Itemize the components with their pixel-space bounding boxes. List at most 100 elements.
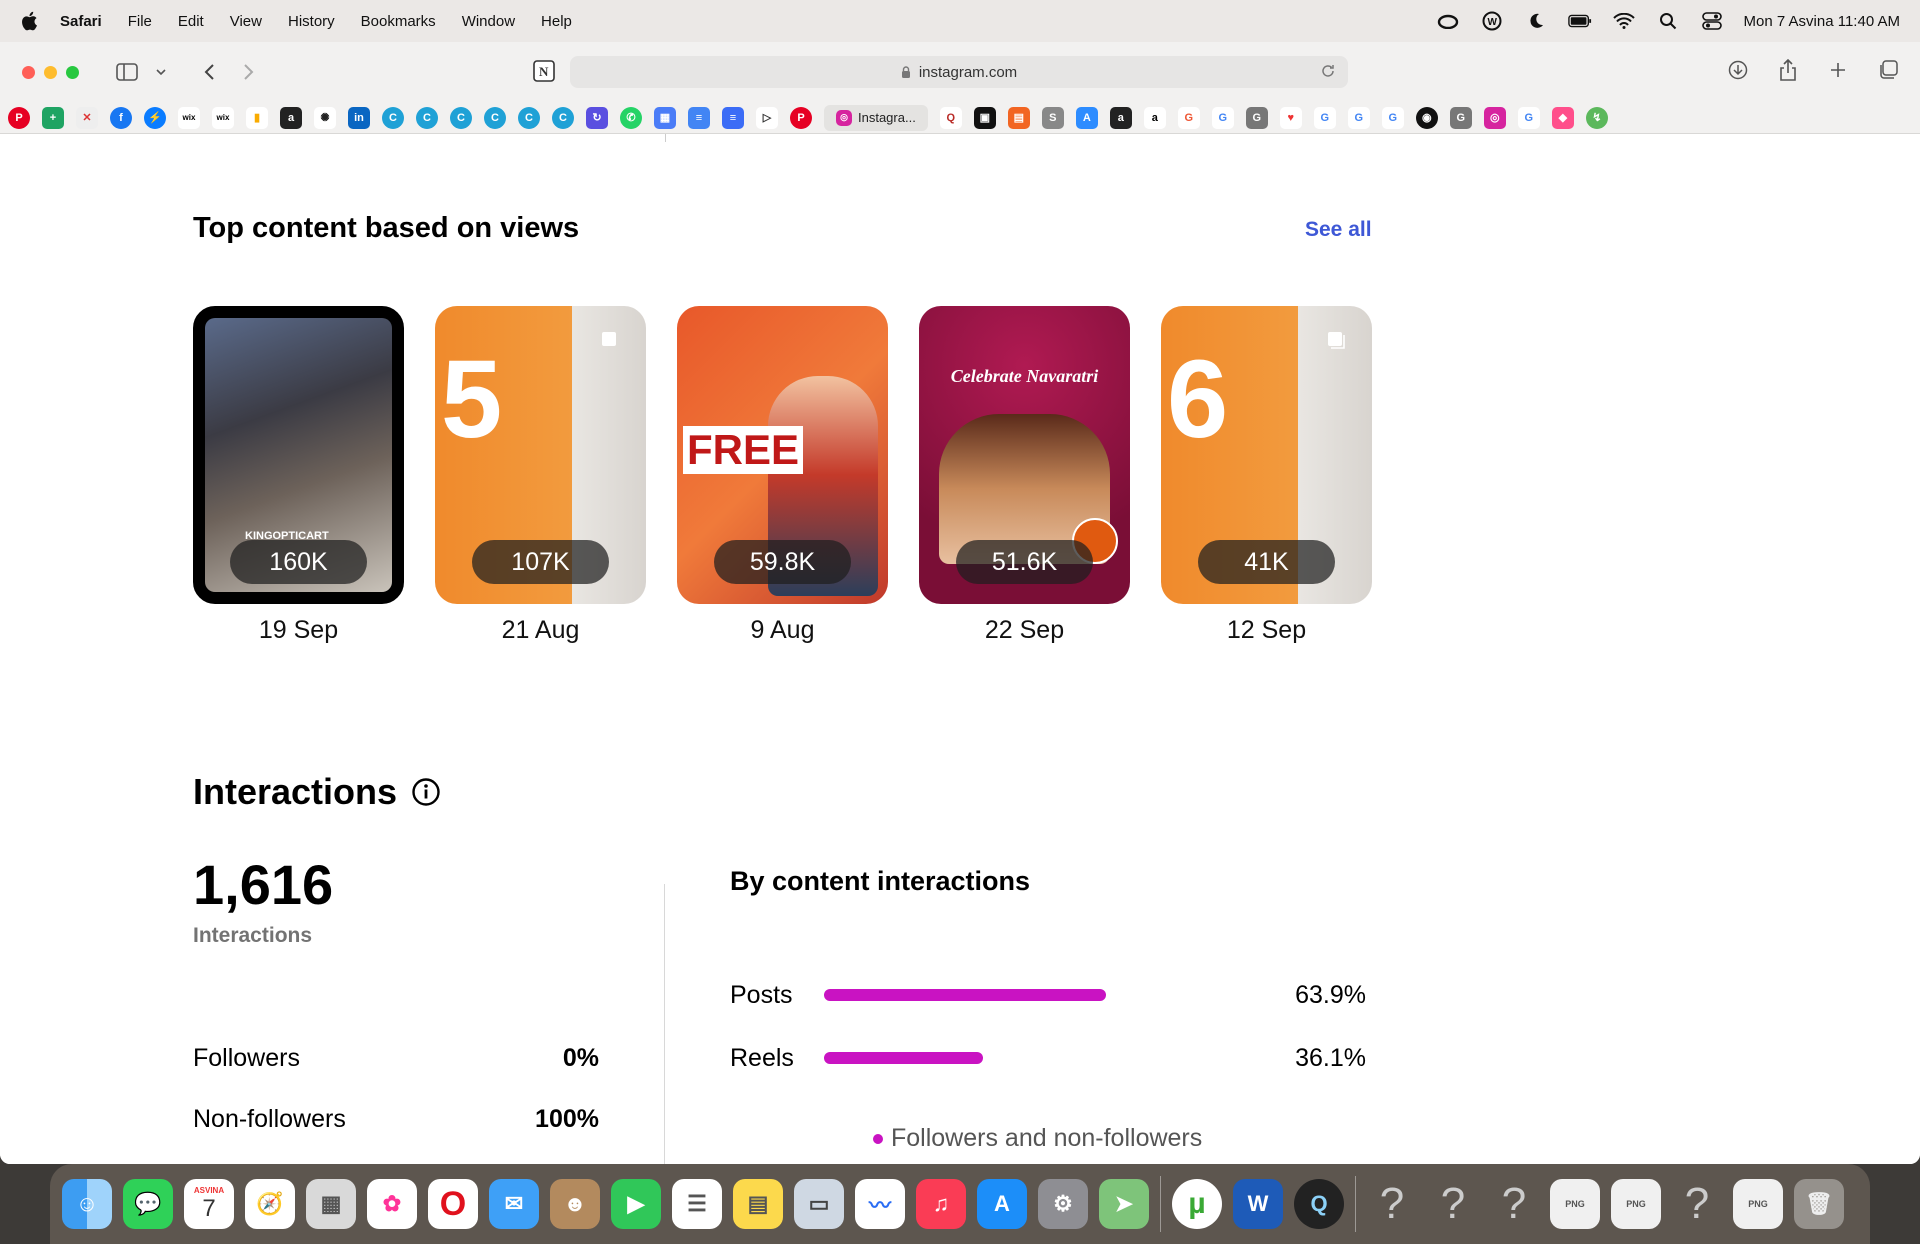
content-thumbnail[interactable]: 5 107K	[435, 306, 646, 604]
address-bar[interactable]: instagram.com	[570, 56, 1348, 88]
menu-bookmarks[interactable]: Bookmarks	[361, 13, 436, 30]
play-bookmark-icon[interactable]: ▷	[756, 106, 778, 129]
canva-bookmark-icon[interactable]: C	[518, 106, 540, 129]
facebook-bookmark-icon[interactable]: f	[110, 106, 132, 129]
bookmark-icon[interactable]: ▤	[1007, 106, 1030, 129]
heart-bookmark-icon[interactable]: ♥	[1279, 106, 1302, 129]
menu-history[interactable]: History	[288, 13, 335, 30]
forms-bookmark-icon[interactable]: ≡	[722, 106, 744, 129]
bookmark-icon[interactable]: ◉	[1415, 106, 1438, 129]
reload-icon[interactable]	[1320, 63, 1336, 79]
canva-bookmark-icon[interactable]: C	[552, 106, 574, 129]
menu-window[interactable]: Window	[462, 13, 515, 30]
canva-bookmark-icon[interactable]: C	[484, 106, 506, 129]
close-window-button[interactable]	[22, 65, 35, 79]
facetime-icon[interactable]: ▶	[611, 1179, 661, 1229]
content-card[interactable]: Celebrate Navaratri 51.6K 22 Sep	[919, 306, 1130, 645]
battery-icon[interactable]	[1567, 11, 1592, 31]
photos-icon[interactable]: ✿	[367, 1179, 417, 1229]
menu-file[interactable]: File	[128, 13, 152, 30]
docs-bookmark-icon[interactable]: ≡	[688, 106, 710, 129]
bookmark-icon[interactable]: ✕	[76, 106, 98, 129]
spotlight-search-icon[interactable]	[1656, 11, 1680, 31]
quora-bookmark-icon[interactable]: Q	[939, 106, 962, 129]
content-card[interactable]: KINGOPTICART 160K 19 Sep	[193, 306, 404, 645]
amazon-bookmark-icon[interactable]: a	[280, 106, 302, 129]
google-bookmark-icon[interactable]: G	[1211, 106, 1234, 129]
sidebar-toggle-icon[interactable]	[113, 58, 141, 86]
maps-icon[interactable]: ➤	[1099, 1179, 1149, 1229]
amazon-bookmark-icon[interactable]: a	[1109, 106, 1132, 129]
freeform-icon[interactable]: 〰	[855, 1179, 905, 1229]
see-all-link[interactable]: See all	[1305, 218, 1372, 242]
downloads-icon[interactable]	[1726, 58, 1750, 82]
notion-extension-icon[interactable]: N	[532, 59, 556, 83]
utorrent-icon[interactable]: µ	[1172, 1179, 1222, 1229]
bookmark-icon[interactable]: ▣	[973, 106, 996, 129]
bookmark-icon[interactable]: ◆	[1551, 106, 1574, 129]
wix-bookmark-icon[interactable]: wix	[212, 106, 234, 129]
linkedin-bookmark-icon[interactable]: in	[348, 106, 370, 129]
menubar-clock[interactable]: Mon 7 Asvina 11:40 AM	[1744, 13, 1900, 30]
content-card[interactable]: FREE 59.8K 9 Aug	[677, 306, 888, 645]
canva-bookmark-icon[interactable]: C	[382, 106, 404, 129]
system-settings-icon[interactable]: ⚙	[1038, 1179, 1088, 1229]
content-thumbnail[interactable]: KINGOPTICART 160K	[193, 306, 404, 604]
music-icon[interactable]: ♫	[916, 1179, 966, 1229]
minimize-window-button[interactable]	[44, 65, 57, 79]
bookmark-icon[interactable]: S	[1041, 106, 1064, 129]
creative-cloud-icon[interactable]	[1436, 11, 1460, 31]
missing-app-icon[interactable]: ?	[1428, 1179, 1478, 1229]
png-file-icon[interactable]: PNG	[1611, 1179, 1661, 1229]
sheets-bookmark-icon[interactable]: +	[42, 106, 64, 129]
launchpad-icon[interactable]: ▦	[306, 1179, 356, 1229]
content-thumbnail[interactable]: Celebrate Navaratri 51.6K	[919, 306, 1130, 604]
forward-button[interactable]	[235, 58, 263, 86]
missing-app-icon[interactable]: ?	[1489, 1179, 1539, 1229]
wix-bookmark-icon[interactable]: wix	[178, 106, 200, 129]
app-store-icon[interactable]: A	[977, 1179, 1027, 1229]
info-icon[interactable]	[411, 777, 441, 807]
preview-icon[interactable]: ▭	[794, 1179, 844, 1229]
tab-overview-icon[interactable]	[1876, 58, 1900, 82]
safari-icon[interactable]: 🧭	[245, 1179, 295, 1229]
apple-menu-icon[interactable]	[20, 11, 38, 31]
google-bookmark-icon[interactable]: G	[1517, 106, 1540, 129]
amazon-bookmark-icon[interactable]: a	[1143, 106, 1166, 129]
content-card[interactable]: 6 41K 12 Sep	[1161, 306, 1372, 645]
pinterest-bookmark-icon[interactable]: P	[8, 106, 30, 129]
chevron-down-icon[interactable]	[153, 58, 169, 86]
quicktime-icon[interactable]: Q	[1294, 1179, 1344, 1229]
contacts-icon[interactable]: ☻	[550, 1179, 600, 1229]
bookmark-icon[interactable]: G	[1177, 106, 1200, 129]
reminders-icon[interactable]: ☰	[672, 1179, 722, 1229]
bookmark-icon[interactable]: ↯	[1585, 106, 1608, 129]
menu-help[interactable]: Help	[541, 13, 572, 30]
png-file-icon[interactable]: PNG	[1550, 1179, 1600, 1229]
bookmark-icon[interactable]: ↻	[586, 106, 608, 129]
missing-app-icon[interactable]: ?	[1367, 1179, 1417, 1229]
google-bookmark-icon[interactable]: G	[1313, 106, 1336, 129]
chatgpt-bookmark-icon[interactable]: ✺	[314, 106, 336, 129]
messenger-bookmark-icon[interactable]: ⚡	[144, 106, 166, 129]
moon-icon[interactable]	[1524, 11, 1548, 31]
calendar-icon[interactable]: ASVINA 7	[184, 1179, 234, 1229]
notes-icon[interactable]: ▤	[733, 1179, 783, 1229]
canva-bookmark-icon[interactable]: C	[450, 106, 472, 129]
content-card[interactable]: 5 107K 21 Aug	[435, 306, 646, 645]
word-icon[interactable]: W	[1233, 1179, 1283, 1229]
instagram-bookmark-icon[interactable]: ◎	[1483, 106, 1506, 129]
trash-icon[interactable]: 🗑	[1794, 1179, 1844, 1229]
back-button[interactable]	[195, 58, 223, 86]
content-thumbnail[interactable]: FREE 59.8K	[677, 306, 888, 604]
bookmark-icon[interactable]: A	[1075, 106, 1098, 129]
messages-icon[interactable]: 💬	[123, 1179, 173, 1229]
wordpress-icon[interactable]: W	[1480, 11, 1504, 31]
bookmark-icon[interactable]: G	[1245, 106, 1268, 129]
pinterest-bookmark-icon[interactable]: P	[790, 106, 812, 129]
share-icon[interactable]	[1776, 58, 1800, 82]
finder-icon[interactable]: ☺	[62, 1179, 112, 1229]
zoom-window-button[interactable]	[66, 65, 79, 79]
google-bookmark-icon[interactable]: G	[1381, 106, 1404, 129]
png-file-icon[interactable]: PNG	[1733, 1179, 1783, 1229]
